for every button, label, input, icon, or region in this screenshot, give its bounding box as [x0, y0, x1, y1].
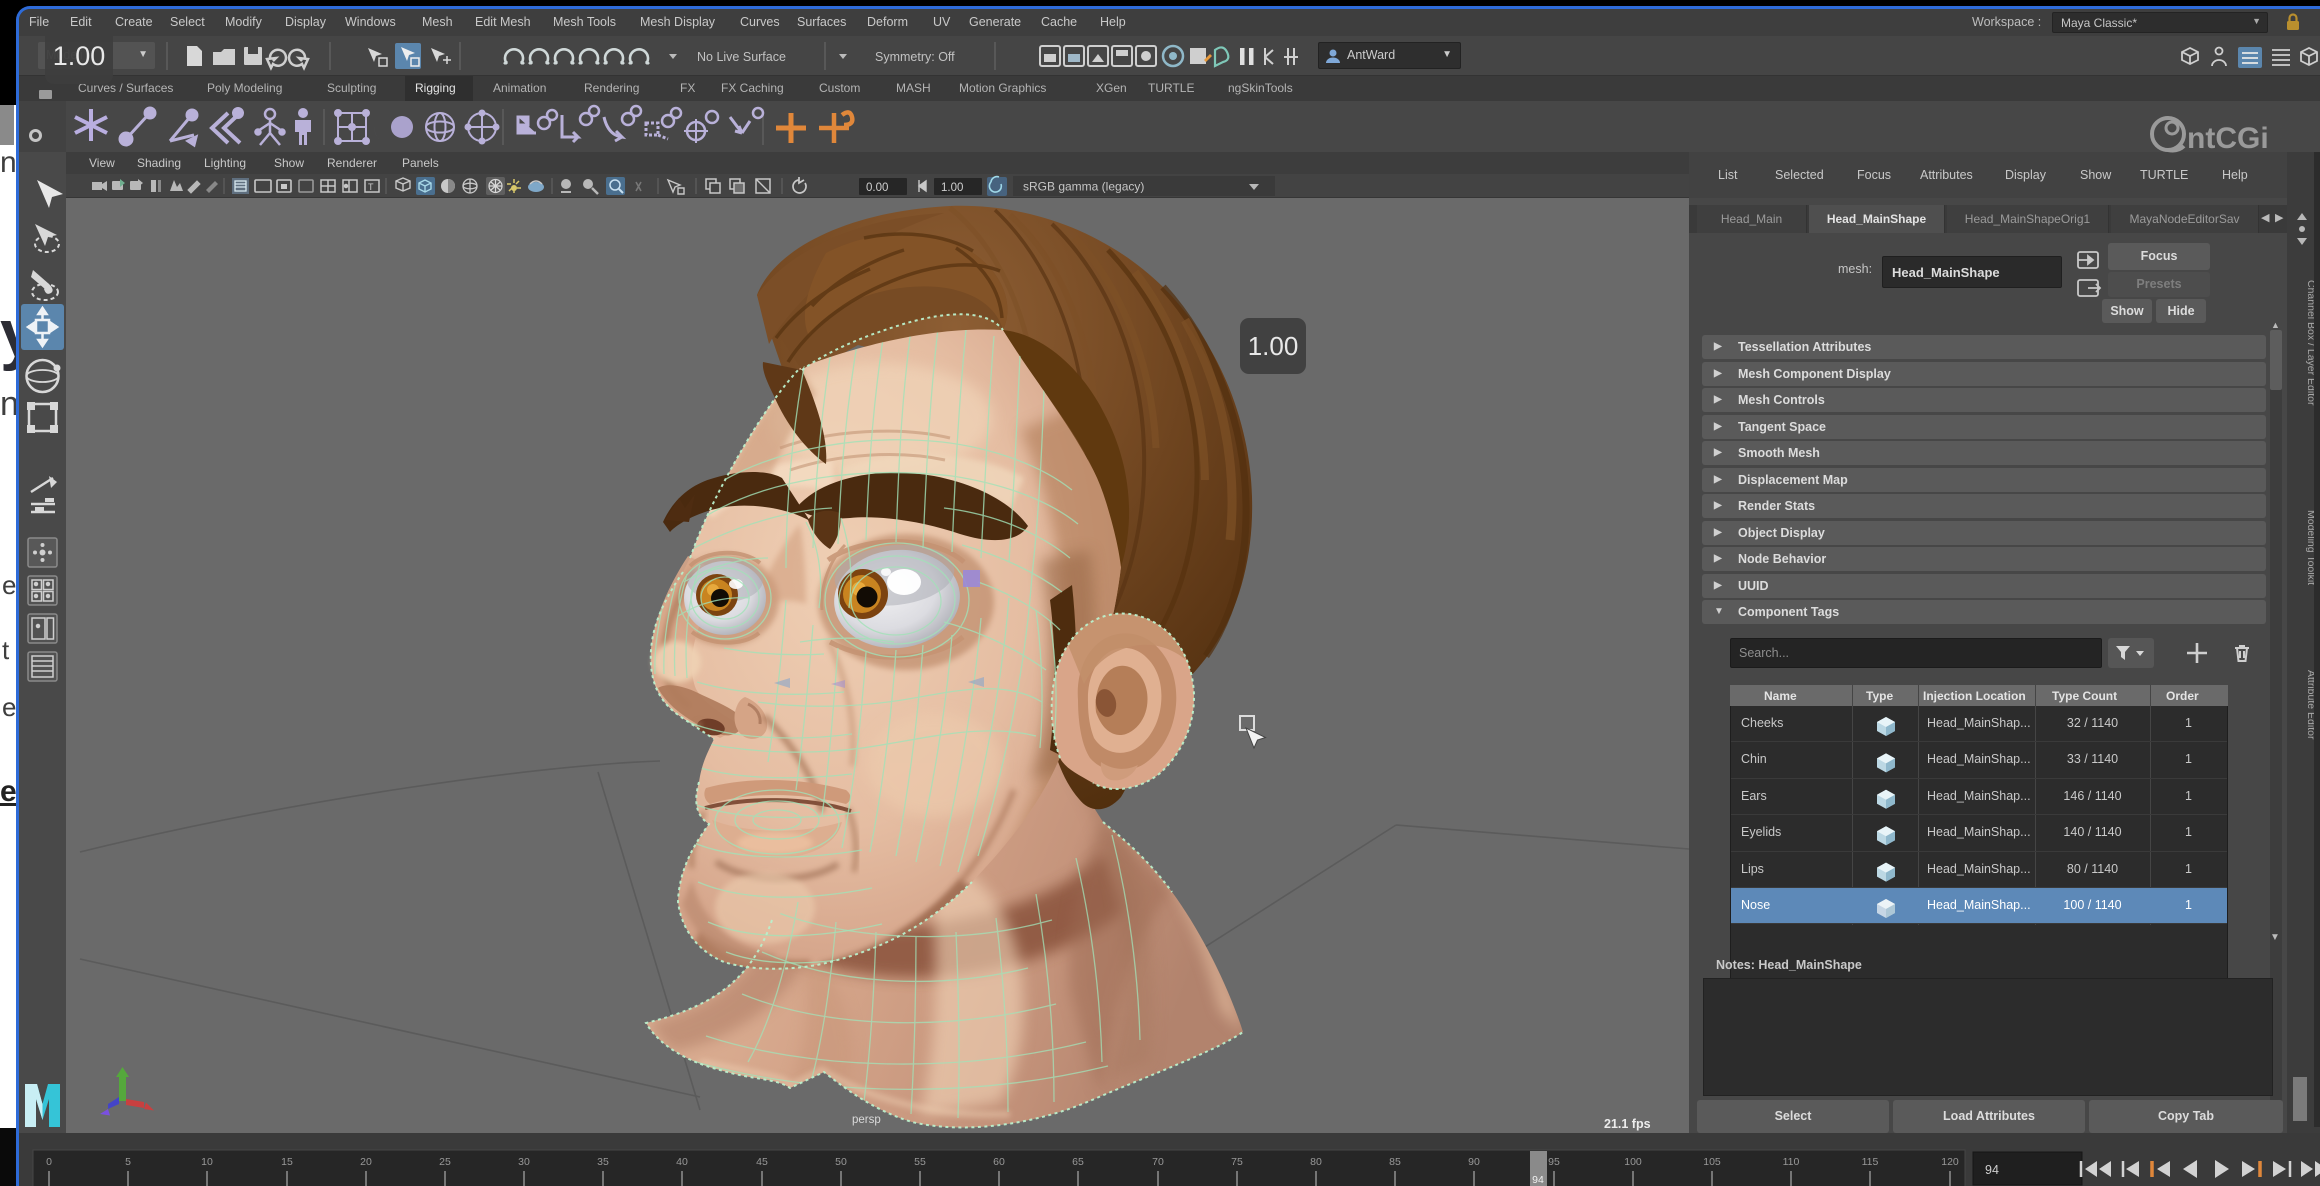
svg-text:75: 75 [1231, 1156, 1243, 1168]
svg-text:5: 5 [125, 1156, 131, 1168]
svg-text:1.00: 1.00 [941, 182, 963, 194]
svg-text:55: 55 [914, 1156, 926, 1168]
svg-text:0.00: 0.00 [866, 182, 888, 194]
svg-text:94: 94 [1532, 1174, 1544, 1186]
svg-text:15: 15 [281, 1156, 293, 1168]
svg-text:40: 40 [676, 1156, 688, 1168]
svg-text:45: 45 [756, 1156, 768, 1168]
svg-text:94: 94 [1985, 1163, 1999, 1177]
svg-text:sRGB gamma (legacy): sRGB gamma (legacy) [1023, 180, 1144, 194]
svg-text:110: 110 [1783, 1156, 1800, 1168]
svg-text:50: 50 [835, 1156, 847, 1168]
svg-text:35: 35 [597, 1156, 609, 1168]
svg-text:80: 80 [1310, 1156, 1322, 1168]
svg-text:25: 25 [439, 1156, 451, 1168]
svg-text:0: 0 [46, 1156, 52, 1168]
svg-text:No Live Surface: No Live Surface [697, 50, 786, 64]
svg-text:20: 20 [360, 1156, 372, 1168]
svg-text:100: 100 [1624, 1156, 1642, 1168]
svg-text:120: 120 [1941, 1156, 1959, 1168]
svg-text:115: 115 [1862, 1156, 1879, 1168]
svg-text:T: T [368, 182, 374, 192]
svg-text:10: 10 [201, 1156, 213, 1168]
svg-text:85: 85 [1389, 1156, 1401, 1168]
svg-text:95: 95 [1548, 1156, 1560, 1168]
svg-text:65: 65 [1072, 1156, 1084, 1168]
svg-text:30: 30 [518, 1156, 530, 1168]
svg-text:Symmetry: Off: Symmetry: Off [875, 50, 955, 64]
svg-text:60: 60 [993, 1156, 1005, 1168]
svg-text:ntCGi: ntCGi [2187, 122, 2269, 155]
svg-text:70: 70 [1152, 1156, 1164, 1168]
svg-text:90: 90 [1468, 1156, 1480, 1168]
svg-text:105: 105 [1703, 1156, 1721, 1168]
